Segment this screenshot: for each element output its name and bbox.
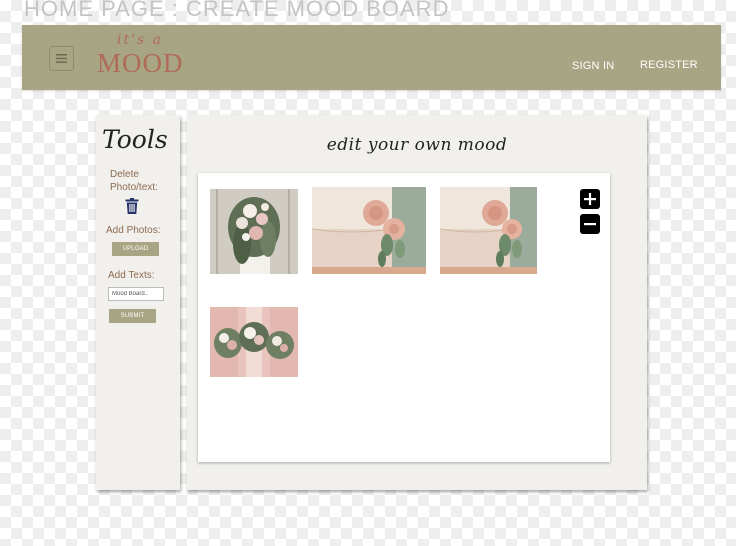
zoom-in-icon[interactable] (580, 189, 600, 209)
tools-title: Tools (102, 125, 168, 154)
navbar: it's a MOOD SIGN IN REGISTER (22, 25, 721, 90)
menu-button[interactable] (49, 46, 74, 71)
tools-panel: Tools Delete Photo/text: Add Photos: UPL… (96, 115, 180, 490)
board-title: edit your own mood (326, 135, 508, 155)
register-link[interactable]: REGISTER (640, 59, 698, 71)
photo-bridal-bouquet[interactable] (210, 189, 298, 274)
photo-wedding-cake-2[interactable] (440, 187, 537, 274)
mood-board-canvas[interactable] (198, 173, 610, 462)
logo-tagline: it's a (117, 32, 163, 48)
hamburger-icon (56, 54, 67, 63)
photo-bridesmaids-bouquets[interactable] (210, 307, 298, 377)
trash-icon[interactable] (125, 198, 139, 214)
sign-in-link[interactable]: SIGN IN (572, 60, 614, 72)
logo[interactable]: it's a MOOD (97, 30, 183, 78)
mood-board-panel: edit your own mood (187, 115, 647, 490)
submit-button[interactable]: SUBMIT (109, 309, 156, 323)
photo-wedding-cake-1[interactable] (312, 187, 426, 274)
add-photos-label: Add Photos: (106, 225, 161, 236)
add-texts-label: Add Texts: (108, 270, 155, 281)
page-heading: HOME PAGE : CREATE MOOD BOARD (24, 0, 450, 21)
delete-label: Delete Photo/text: (110, 169, 158, 193)
logo-wordmark: MOOD (97, 48, 184, 78)
zoom-out-icon[interactable] (580, 214, 600, 234)
upload-button[interactable]: UPLOAD (112, 242, 159, 256)
mood-text-input[interactable] (108, 287, 164, 301)
